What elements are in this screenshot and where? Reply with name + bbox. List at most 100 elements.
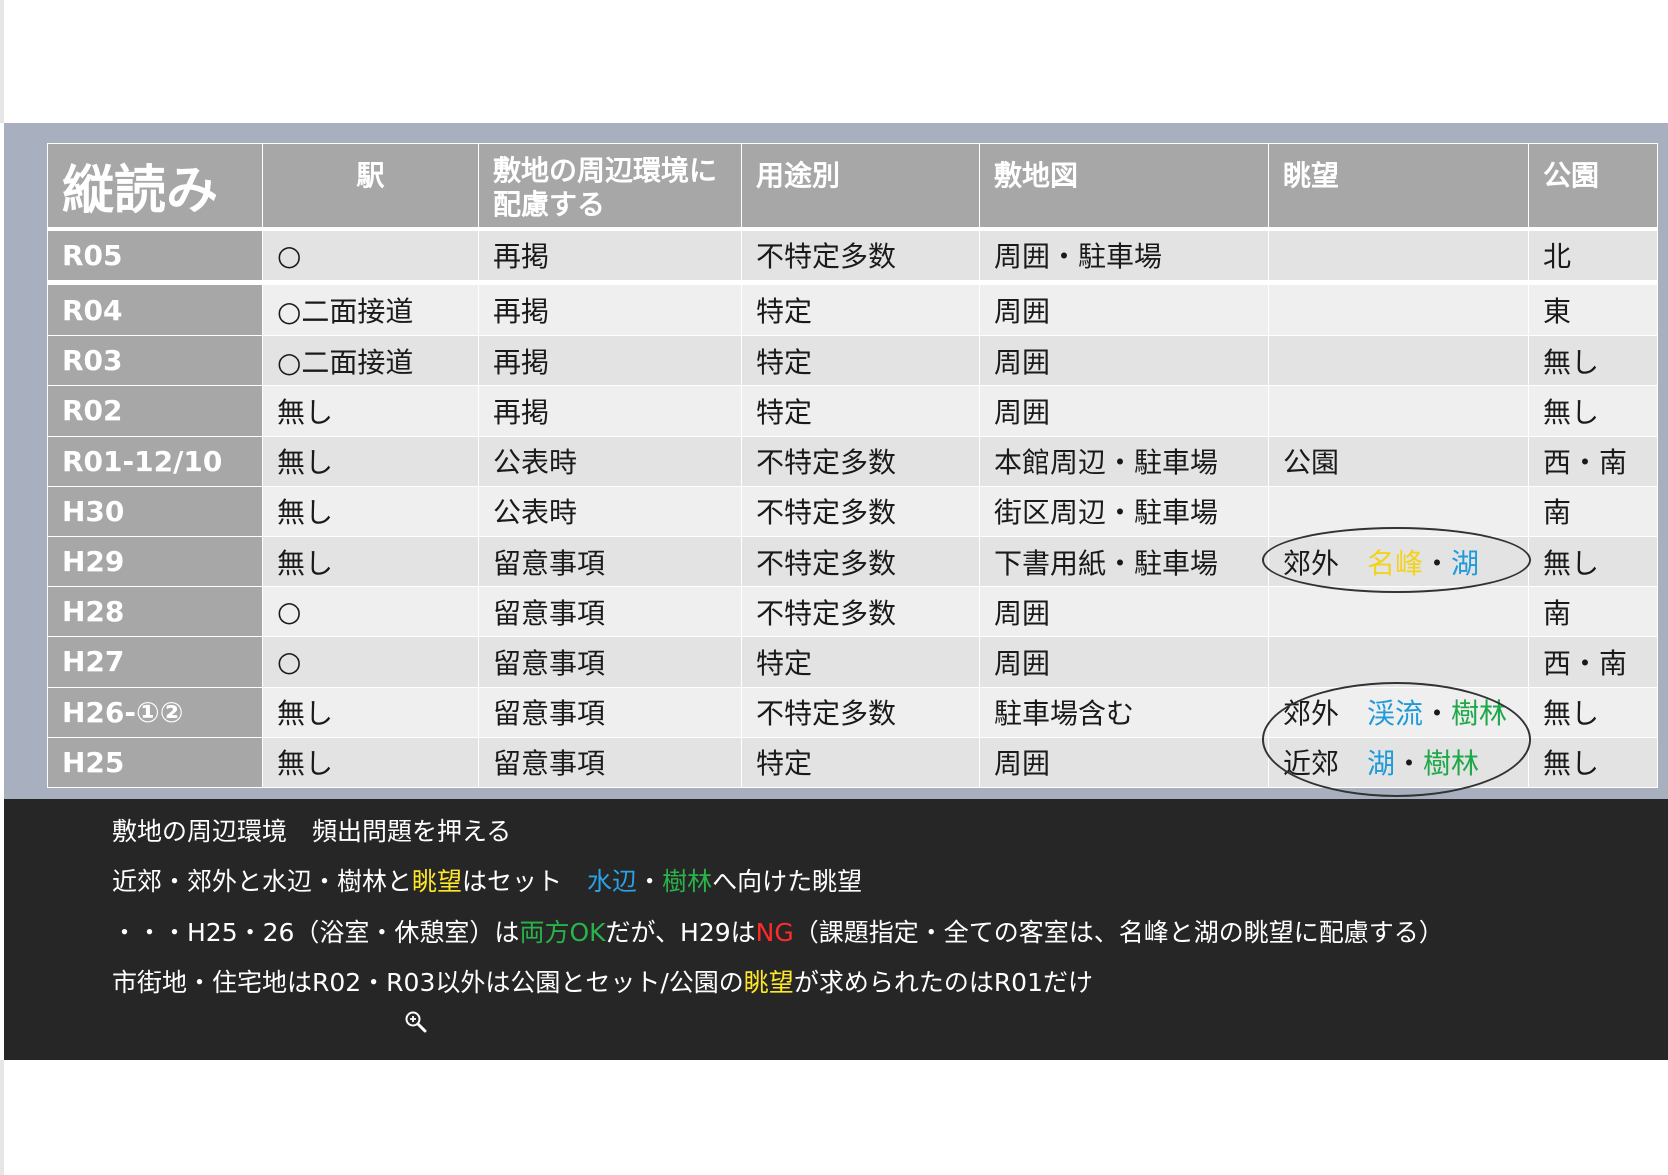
cell-use: 特定 — [741, 636, 980, 688]
cell-view: 郊外 名峰・湖 — [1268, 535, 1529, 588]
cell-park: 西・南 — [1528, 435, 1658, 487]
note-segment: へ向けた眺望 — [712, 867, 863, 896]
cell-use: 特定 — [741, 385, 980, 437]
cell-park: 北 — [1528, 227, 1658, 286]
cell-year: H27 — [47, 636, 263, 688]
cell-station: 無し — [262, 736, 479, 789]
cell-view: 公園 — [1268, 435, 1529, 487]
cell-year: R01-12/10 — [47, 435, 263, 487]
cell-env: 留意事項 — [478, 686, 742, 738]
table-row: H30 無し 公表時 不特定多数 街区周辺・駐車場 南 — [47, 485, 1658, 537]
note-segment: ・・・H25・26（浴室・休憩室）は — [112, 918, 520, 947]
header-environment: 敷地の周辺環境に配慮する — [478, 143, 742, 231]
cell-env: 再掲 — [478, 335, 742, 387]
cell-view — [1268, 282, 1529, 337]
header-tateyomi: 縦読み — [47, 143, 263, 231]
note-segment: 敷地の周辺環境 頻出問題を押える — [112, 817, 512, 846]
cell-use: 不特定多数 — [741, 227, 980, 286]
cell-park: 無し — [1528, 736, 1658, 789]
cell-site: 街区周辺・駐車場 — [979, 485, 1269, 537]
cell-year: H28 — [47, 586, 263, 638]
cell-view — [1268, 385, 1529, 437]
view-segment: ・ — [1423, 697, 1452, 731]
cell-env: 留意事項 — [478, 535, 742, 588]
header-park: 公園 — [1528, 143, 1658, 231]
table-body: R05 ○ 再掲 不特定多数 周囲・駐車場北 R04 ○二面接道 再掲 特定 周囲東 R03 ○二面接… — [47, 227, 1658, 789]
cell-station: 無し — [262, 485, 479, 537]
cell-site: 駐車場含む — [979, 686, 1269, 738]
note-segment: 市街地・住宅地はR02・R03以外は公園とセット/公園の — [112, 968, 744, 997]
cell-station: 無し — [262, 535, 479, 588]
cell-site: 周囲 — [979, 586, 1269, 638]
cell-station: ○ — [262, 586, 479, 638]
cell-env: 留意事項 — [478, 636, 742, 688]
cell-view — [1268, 636, 1529, 688]
cell-year: R05 — [47, 227, 263, 286]
view-segment: 郊外 — [1283, 546, 1368, 580]
cell-year: H26-①② — [47, 686, 263, 738]
cell-env: 公表時 — [478, 485, 742, 537]
cell-env: 再掲 — [478, 282, 742, 337]
header-site-plan: 敷地図 — [979, 143, 1269, 231]
note-segment: NG — [755, 918, 794, 947]
cell-park: 無し — [1528, 535, 1658, 588]
table-row: R02 無し 再掲 特定 周囲 無し — [47, 385, 1658, 437]
cell-year: R02 — [47, 385, 263, 437]
note-segment: 眺望 — [743, 968, 794, 997]
cell-site: 周囲 — [979, 736, 1269, 789]
cell-site: 周囲 — [979, 636, 1269, 688]
cell-park: 無し — [1528, 686, 1658, 738]
table-header-row: 縦読み 駅 敷地の周辺環境に配慮する 用途別 敷地図 眺望 公園 — [47, 143, 1658, 231]
note-segment: ・ — [637, 867, 663, 896]
cell-station: 無し — [262, 435, 479, 487]
cell-use: 特定 — [741, 736, 980, 789]
note-segment: 樹林 — [662, 867, 713, 896]
cell-use: 特定 — [741, 282, 980, 337]
header-view: 眺望 — [1268, 143, 1529, 231]
cell-station: ○ — [262, 227, 479, 286]
cell-view — [1268, 335, 1529, 387]
cell-env: 再掲 — [478, 385, 742, 437]
cell-site: 本館周辺・駐車場 — [979, 435, 1269, 487]
cell-use: 不特定多数 — [741, 485, 980, 537]
table-row: H29 無し 留意事項 不特定多数 下書用紙・駐車場 郊外 名峰・湖 無し — [47, 535, 1658, 588]
table-row: H28 ○ 留意事項 不特定多数 周囲 南 — [47, 586, 1658, 638]
cell-park: 無し — [1528, 385, 1658, 437]
bottom-margin — [0, 1060, 1668, 1175]
top-margin — [0, 0, 1668, 123]
cell-park: 西・南 — [1528, 636, 1658, 688]
cell-view — [1268, 586, 1529, 638]
cell-year: R04 — [47, 282, 263, 337]
view-segment: 樹林 — [1451, 697, 1508, 731]
cell-station: 無し — [262, 686, 479, 738]
cell-use: 不特定多数 — [741, 435, 980, 487]
view-segment: 近郊 — [1283, 747, 1368, 781]
cell-view: 郊外 渓流・樹林 — [1268, 686, 1529, 738]
table-row: H26-①② 無し 留意事項 不特定多数 駐車場含む 郊外 渓流・樹林 無し — [47, 686, 1658, 738]
cell-year: H29 — [47, 535, 263, 588]
note-line: ・・・H25・26（浴室・休憩室）は両方OKだが、H29はNG（課題指定・全ての… — [112, 913, 1444, 949]
note-segment: 近郊・郊外と水辺・樹林と — [112, 867, 413, 896]
view-segment: 樹林 — [1423, 747, 1480, 781]
cell-park: 南 — [1528, 586, 1658, 638]
cell-site: 周囲 — [979, 335, 1269, 387]
cell-use: 不特定多数 — [741, 686, 980, 738]
cell-site: 周囲・駐車場 — [979, 227, 1269, 286]
cell-site: 周囲 — [979, 282, 1269, 337]
note-segment: 水辺 — [587, 867, 638, 896]
view-segment: 湖 — [1367, 747, 1396, 781]
header-use: 用途別 — [741, 143, 980, 231]
note-segment: （課題指定・全ての客室は、名峰と湖の眺望に配慮する） — [793, 918, 1444, 947]
table-row: H25 無し 留意事項 特定 周囲 近郊 湖・樹林 無し — [47, 736, 1658, 789]
cell-site: 下書用紙・駐車場 — [979, 535, 1269, 588]
note-segment: はセット — [462, 867, 588, 896]
cell-station: 無し — [262, 385, 479, 437]
cell-year: H25 — [47, 736, 263, 789]
cell-park: 南 — [1528, 485, 1658, 537]
cell-view — [1268, 227, 1529, 286]
view-segment: ・ — [1395, 747, 1424, 781]
note-line: 敷地の周辺環境 頻出問題を押える — [112, 812, 511, 848]
cell-park: 東 — [1528, 282, 1658, 337]
cell-view: 近郊 湖・樹林 — [1268, 736, 1529, 789]
note-line: 近郊・郊外と水辺・樹林と眺望はセット 水辺・樹林へ向けた眺望 — [112, 862, 862, 898]
